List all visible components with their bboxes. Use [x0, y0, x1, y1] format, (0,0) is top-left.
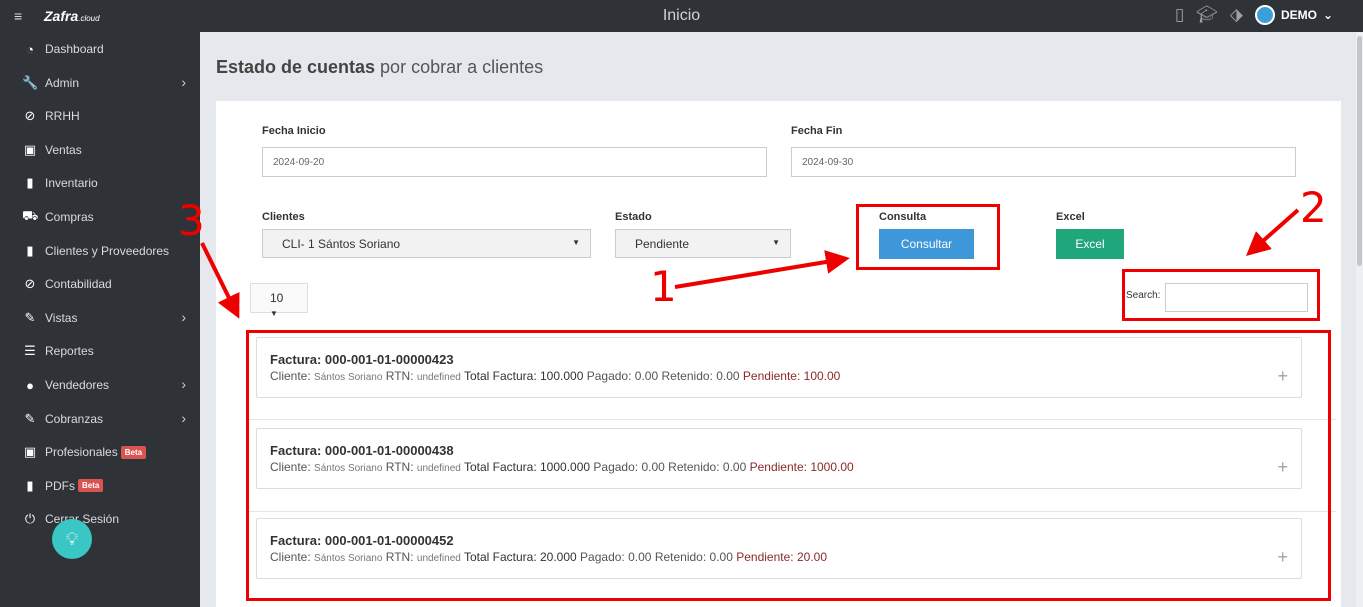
scrollbar[interactable]	[1356, 32, 1363, 607]
graduation-cap-icon[interactable]: 🎓︎	[1196, 5, 1218, 25]
sidebar-item-ventas[interactable]: ▣ Ventas	[0, 135, 200, 165]
estado-select-value: Pendiente	[635, 237, 690, 251]
sidebar-item-pdfs[interactable]: ▮ PDFs Beta	[0, 471, 200, 501]
user-name: DEMO	[1280, 8, 1317, 22]
sidebar-item-label: Admin	[45, 75, 80, 90]
avatar	[1254, 5, 1275, 25]
user-icon: ●	[26, 377, 34, 393]
scrollbar-thumb[interactable]	[1357, 36, 1362, 266]
page-title: Estado de cuentas por cobrar a clientes	[216, 57, 543, 78]
sidebar-item-cobranzas[interactable]: ✎ Cobranzas ›	[0, 404, 200, 434]
sidebar-item-label: Clientes y Proveedores	[45, 243, 170, 258]
sidebar-item-label: Inventario	[45, 176, 98, 191]
fecha-inicio-label: Fecha Inicio	[262, 125, 326, 137]
excel-button[interactable]: Excel	[1056, 229, 1124, 259]
dashboard-icon: ◔	[26, 41, 34, 57]
annotation-number-1: 1	[650, 262, 677, 311]
sidebar-item-label: Ventas	[45, 142, 82, 157]
caret-down-icon: ▼	[572, 238, 580, 247]
sidebar-item-cerrar-sesión[interactable]: ⏻ Cerrar Sesión	[0, 504, 200, 534]
annotation-number-3: 3	[178, 196, 205, 245]
sidebar-item-label: RRHH	[45, 109, 80, 124]
sidebar-item-label: Vistas	[45, 310, 78, 325]
annotation-box-consultar	[856, 204, 1000, 270]
estado-label: Estado	[615, 211, 652, 223]
clientes-select[interactable]: CLI- 1 Sántos Soriano ▼	[262, 229, 591, 258]
caret-down-icon: ▼	[270, 309, 278, 318]
sidebar-item-label: Reportes	[45, 344, 94, 359]
edit-icon: ✎	[24, 309, 36, 325]
sidebar-item-label: Dashboard	[45, 42, 104, 56]
top-bar: ≡ Zafra.cloud Inicio ▯ 🎓︎ ⬗ DEMO ⌄	[0, 0, 1363, 32]
sidebar-item-clientes-y-proveedores[interactable]: ▮ Clientes y Proveedores	[0, 236, 200, 266]
money-icon: ▣	[23, 141, 37, 157]
sidebar-item-label: PDFs	[45, 478, 75, 493]
fecha-fin-input[interactable]: 2024-09-30	[791, 147, 1296, 177]
page-title-bold: Estado de cuentas	[216, 57, 376, 77]
sidebar-item-label: Contabilidad	[45, 277, 112, 292]
sidebar-item-dashboard[interactable]: ◔ Dashboard	[0, 34, 200, 64]
paperclip-icon: ⊘	[24, 276, 36, 292]
user-menu[interactable]: DEMO ⌄	[1254, 5, 1333, 25]
annotation-box-invoices	[246, 330, 1331, 601]
lightbulb-icon[interactable]: 💡︎	[52, 519, 92, 559]
book-icon: ▮	[26, 175, 34, 191]
annotation-number-2: 2	[1300, 183, 1327, 232]
chevron-right-icon: ›	[181, 376, 186, 392]
sidebar-item-label: Compras	[45, 210, 94, 224]
page-length-select[interactable]: 10 ▼	[250, 283, 308, 318]
page-length-value: 10	[270, 291, 284, 305]
sidebar-item-label: Cobranzas	[45, 411, 104, 426]
sidebar-item-label: Vendedores	[45, 378, 110, 392]
sidebar-item-reportes[interactable]: ☰ Reportes	[0, 336, 200, 366]
sidebar-item-vendedores[interactable]: ● Vendedores ›	[0, 370, 200, 400]
estado-select[interactable]: Pendiente ▼	[615, 229, 791, 258]
clientes-label: Clientes	[262, 211, 305, 223]
tags-icon[interactable]: ⬗	[1230, 5, 1243, 25]
money-icon: ▣	[23, 444, 37, 460]
annotation-box-search	[1122, 269, 1320, 321]
chevron-right-icon: ›	[181, 73, 186, 90]
sidebar-item-contabilidad[interactable]: ⊘ Contabilidad	[0, 269, 200, 299]
wrench-icon: 🔧	[22, 74, 39, 90]
list-icon: ☰	[24, 343, 36, 359]
chevron-right-icon: ›	[181, 409, 186, 426]
book-icon: ▮	[26, 477, 34, 493]
sidebar-item-vistas[interactable]: ✎ Vistas ›	[0, 303, 200, 333]
top-bar-title: Inicio	[662, 7, 701, 24]
sidebar-item-profesionales[interactable]: ▣ Profesionales Beta	[0, 437, 200, 467]
paperclip-icon: ⊘	[24, 108, 36, 124]
chevron-right-icon: ›	[181, 308, 186, 325]
sidebar: ◔ Dashboard 🔧 Admin › ⊘ RRHH ▣ Ventas ▮ Inventario…	[0, 32, 200, 607]
cart-icon: ⛟	[22, 208, 39, 223]
mobile-icon[interactable]: ▯	[1175, 5, 1184, 25]
fecha-fin-label: Fecha Fin	[791, 125, 843, 137]
edit-icon: ✎	[24, 410, 36, 426]
sidebar-item-admin[interactable]: 🔧 Admin ›	[0, 68, 200, 98]
clientes-select-value: CLI- 1 Sántos Soriano	[282, 237, 401, 251]
fecha-inicio-input[interactable]: 2024-09-20	[262, 147, 767, 177]
beta-badge: Beta	[78, 479, 104, 493]
excel-label: Excel	[1056, 211, 1085, 223]
book-icon: ▮	[26, 242, 34, 258]
sidebar-item-label: Profesionales	[45, 445, 118, 460]
sidebar-item-rrhh[interactable]: ⊘ RRHH	[0, 101, 200, 131]
beta-badge: Beta	[120, 445, 147, 459]
top-bar-icons: ▯ 🎓︎ ⬗ DEMO ⌄	[1175, 5, 1333, 25]
caret-down-icon: ▼	[772, 238, 780, 247]
power-icon: ⏻	[24, 511, 36, 527]
sidebar-item-inventario[interactable]: ▮ Inventario	[0, 168, 200, 198]
sidebar-item-compras[interactable]: ⛟ Compras	[0, 202, 200, 232]
page-title-rest: por cobrar a clientes	[375, 57, 544, 77]
chevron-down-icon: ⌄	[1322, 8, 1333, 22]
